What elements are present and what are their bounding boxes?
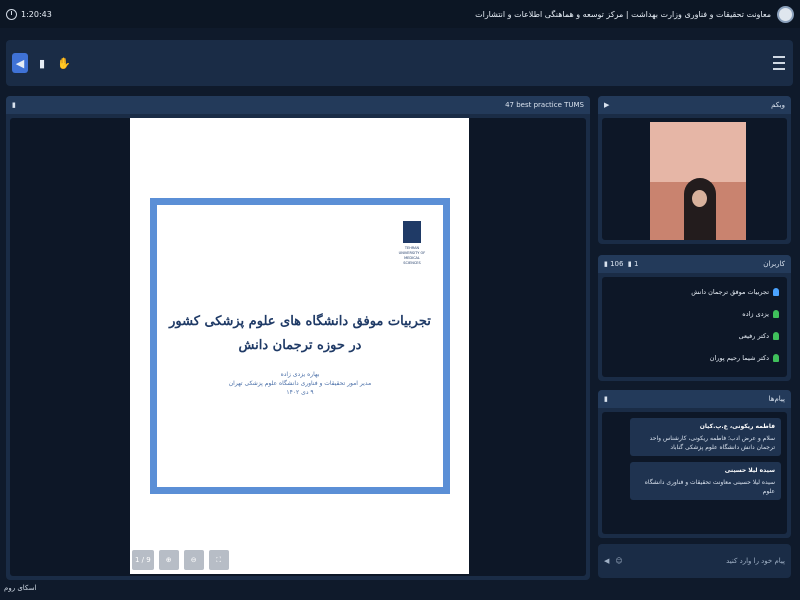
zoom-out-icon[interactable]: ⊖ xyxy=(183,550,204,570)
slide: TEHRAN UNIVERSITY OF MEDICAL SCIENCES تج… xyxy=(130,118,469,574)
users-list: تجربیات موفق ترجمان دانش یزدی زاده دکتر … xyxy=(602,277,787,377)
user-green-icon xyxy=(773,310,779,318)
chat-icon: ▮ xyxy=(604,395,608,403)
webcam-header: ▶ وبکم xyxy=(598,96,791,114)
emoji-icon[interactable]: ☺ xyxy=(615,557,622,565)
zoom-in-icon[interactable]: ⊕ xyxy=(158,550,179,570)
session-timer: 1:20:43 xyxy=(6,8,52,20)
send-icon[interactable]: ◀ xyxy=(604,557,609,565)
fullscreen-icon[interactable]: ⛶ xyxy=(208,550,229,570)
user-green-icon xyxy=(773,354,779,362)
user-row[interactable]: تجربیات موفق ترجمان دانش xyxy=(602,281,787,303)
chat-text: سلام و عرض ادب؛ فاطمه ریکونی، کارشناس وا… xyxy=(649,435,775,451)
users-icon: ▮ xyxy=(604,260,608,268)
chat-text: سیده لیلا حسینی معاونت تحقیقات و فناوری … xyxy=(644,479,775,495)
presentation-header: ▮ 47 best practice TUMS xyxy=(6,96,590,114)
chat-sender: فاطمه ریکونی، ع.پ.کیان xyxy=(699,423,775,430)
clock-icon xyxy=(6,8,17,20)
mic-icon: ▮ xyxy=(627,260,632,268)
chat-sender: سیده لیلا حسینی xyxy=(724,467,775,474)
avatar[interactable] xyxy=(777,5,794,23)
room-title-text: معاونت تحقیقات و فناوری وزارت بهداشت | م… xyxy=(475,9,771,19)
presentation-body: TEHRAN UNIVERSITY OF MEDICAL SCIENCES تج… xyxy=(10,118,586,576)
presentation-file-icon: ▮ xyxy=(12,101,16,109)
presentation-date: ۹ دی ۱۴۰۲ xyxy=(286,389,314,396)
presenter-role: مدیر امور تحقیقات و فناوری دانشگاه علوم … xyxy=(228,380,372,387)
speaker-icon[interactable]: ◀ xyxy=(12,53,28,73)
webcam-face xyxy=(692,190,707,207)
user-green-icon xyxy=(773,332,779,340)
chat-message: فاطمه ریکونی، ع.پ.کیان سلام و عرض ادب؛ ف… xyxy=(630,418,781,456)
webcam-person xyxy=(684,178,716,240)
file-icon[interactable]: ▮ xyxy=(34,53,50,73)
webcam-title: وبکم xyxy=(771,101,785,109)
users-count: 106 xyxy=(610,260,624,268)
presentation-title: 47 best practice TUMS xyxy=(505,101,584,109)
webcam-icon: ▶ xyxy=(604,101,610,109)
hand-icon[interactable]: ✋ xyxy=(56,53,72,73)
slide-controls: 1 / 9 ⊕ ⊖ ⛶ xyxy=(132,550,229,570)
chat-messages: فاطمه ریکونی، ع.پ.کیان سلام و عرض ادب؛ ف… xyxy=(602,412,787,534)
chat-panel: ▮ پیام‌ها فاطمه ریکونی، ع.پ.کیان سلام و … xyxy=(598,390,791,538)
slide-frame: TEHRAN UNIVERSITY OF MEDICAL SCIENCES تج… xyxy=(150,198,450,494)
chat-title: پیام‌ها xyxy=(768,395,785,403)
chat-header: ▮ پیام‌ها xyxy=(598,390,791,408)
presentation-panel: ▮ 47 best practice TUMS TEHRAN UNIVERSIT… xyxy=(6,96,590,580)
users-title: کاربران xyxy=(763,260,785,268)
slide-title: تجربیات موفق دانشگاه های علوم پزشکی کشور… xyxy=(169,314,431,353)
chat-input-bar: ◀ ☺ پیام خود را وارد کنید xyxy=(598,544,791,578)
user-blue-icon xyxy=(773,288,779,296)
mic-count: 1 xyxy=(634,260,639,268)
page-indicator[interactable]: 1 / 9 xyxy=(132,550,154,570)
user-row[interactable]: دکتر شیما رحیم پوران xyxy=(602,347,787,369)
user-row[interactable]: یزدی زاده xyxy=(602,303,787,325)
user-row[interactable]: دکتر رفیعی xyxy=(602,325,787,347)
top-bar: 1:20:43 معاونت تحقیقات و فناوری وزارت به… xyxy=(0,0,800,28)
toolbar: ◀ ▮ ✋ xyxy=(6,40,793,86)
slide-subtitle: بهاره یزدی زاده مدیر امور تحقیقات و فناو… xyxy=(167,370,433,397)
presenter-name: بهاره یزدی زاده xyxy=(280,371,320,378)
chat-input[interactable]: پیام خود را وارد کنید xyxy=(629,557,785,565)
users-counts: ▮ 106 ▮ 1 xyxy=(604,260,638,268)
timer-text: 1:20:43 xyxy=(21,9,52,19)
footer-brand: اسکای روم xyxy=(4,584,37,592)
webcam-background xyxy=(650,122,746,182)
menu-icon[interactable] xyxy=(773,56,785,70)
users-panel: ▮ 106 ▮ 1 کاربران تجربیات موفق ترجمان دا… xyxy=(598,255,791,381)
webcam-video xyxy=(650,122,746,240)
brand-text: اسکای روم xyxy=(4,584,37,592)
university-logo: TEHRAN UNIVERSITY OF MEDICAL SCIENCES xyxy=(395,221,429,266)
logo-text: TEHRAN UNIVERSITY OF MEDICAL SCIENCES xyxy=(398,246,426,265)
webcam-body xyxy=(602,118,787,240)
chat-message: سیده لیلا حسینی سیده لیلا حسینی معاونت ت… xyxy=(630,462,781,500)
webcam-panel: ▶ وبکم xyxy=(598,96,791,244)
room-title: معاونت تحقیقات و فناوری وزارت بهداشت | م… xyxy=(475,5,794,23)
users-header: ▮ 106 ▮ 1 کاربران xyxy=(598,255,791,273)
logo-emblem xyxy=(403,221,421,243)
